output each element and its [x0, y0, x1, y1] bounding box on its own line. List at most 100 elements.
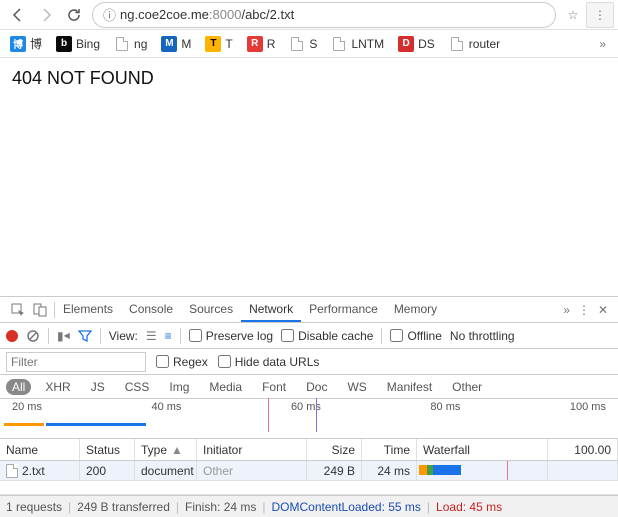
tabs-overflow-icon[interactable]: »	[563, 303, 570, 317]
row-size: 249 B	[307, 461, 362, 480]
file-icon	[6, 464, 18, 478]
type-filter-row: All XHR JS CSS Img Media Font Doc WS Manifest Othe…	[0, 375, 618, 399]
bookmark-icon	[289, 36, 305, 52]
row-name: 2.txt	[22, 464, 45, 478]
bookmarks-overflow[interactable]: »	[591, 37, 614, 51]
foot-requests: 1 requests	[6, 500, 62, 514]
type-filter-media[interactable]: Media	[203, 379, 248, 395]
reload-button[interactable]	[60, 2, 88, 28]
bookmark-icon: T	[205, 36, 221, 52]
type-filter-all[interactable]: All	[6, 379, 31, 395]
addr-port: :8000	[209, 7, 242, 22]
view-frames-icon[interactable]: ≡	[165, 329, 172, 343]
row-time: 24 ms	[362, 461, 417, 480]
header-initiator[interactable]: Initiator	[197, 439, 307, 460]
timeline-overview[interactable]: 20 ms40 ms60 ms80 ms100 ms	[0, 399, 618, 439]
tab-console[interactable]: Console	[121, 298, 181, 321]
header-type[interactable]: Type▲	[135, 439, 197, 460]
view-label: View:	[109, 329, 138, 343]
camera-icon[interactable]: ▮◀	[57, 329, 70, 343]
header-waterfall[interactable]: Waterfall	[417, 439, 548, 460]
bookmark-label: DS	[418, 37, 435, 51]
regex-checkbox[interactable]: Regex	[156, 355, 208, 369]
bookmark-icon: b	[56, 36, 72, 52]
bookmark-item[interactable]: TT	[199, 33, 238, 54]
record-button[interactable]	[6, 330, 18, 342]
bookmark-label: S	[309, 37, 317, 51]
view-list-icon[interactable]: ☰	[146, 329, 157, 343]
filter-icon[interactable]	[78, 329, 92, 343]
timeline-tick: 80 ms	[430, 401, 460, 413]
info-icon: ⓘ	[103, 5, 116, 24]
bookmark-label: Bing	[76, 37, 100, 51]
foot-dcl: DOMContentLoaded: 55 ms	[272, 500, 421, 514]
throttling-select[interactable]: No throttling	[450, 329, 515, 343]
inspect-icon[interactable]	[10, 302, 26, 318]
tab-sources[interactable]: Sources	[181, 298, 241, 321]
hide-urls-checkbox[interactable]: Hide data URLs	[218, 355, 320, 369]
bookmark-item[interactable]: DDS	[392, 33, 441, 54]
bookmark-icon	[449, 36, 465, 52]
forward-button[interactable]	[32, 2, 60, 28]
tab-memory[interactable]: Memory	[386, 298, 445, 321]
bookmark-item[interactable]: LNTM	[325, 33, 390, 54]
type-filter-manifest[interactable]: Manifest	[381, 379, 438, 395]
tab-network[interactable]: Network	[241, 298, 301, 322]
menu-button[interactable]: ⋮	[586, 2, 614, 28]
bookmark-item[interactable]: MM	[155, 33, 197, 54]
type-filter-img[interactable]: Img	[163, 379, 195, 395]
header-time[interactable]: Time	[362, 439, 417, 460]
browser-toolbar: ⓘ ng.coe2coe.me:8000/abc/2.txt ☆ ⋮	[0, 0, 618, 30]
bookmark-item[interactable]: 博博	[4, 33, 48, 54]
devtools-menu-icon[interactable]: ⋮	[578, 303, 590, 317]
bookmark-label: 博	[30, 35, 42, 52]
network-table-header: Name Status Type▲ Initiator Size Time Wa…	[0, 439, 618, 461]
header-name[interactable]: Name	[0, 439, 80, 460]
header-size[interactable]: Size	[307, 439, 362, 460]
type-filter-other[interactable]: Other	[446, 379, 488, 395]
bookmark-item[interactable]: b Bing	[50, 33, 106, 54]
filter-input[interactable]	[6, 352, 146, 372]
devtools-close-icon[interactable]: ✕	[598, 303, 608, 317]
type-filter-js[interactable]: JS	[85, 379, 111, 395]
addr-host: ng.coe2coe.me	[120, 7, 209, 22]
type-filter-font[interactable]: Font	[256, 379, 292, 395]
bookmark-label: ng	[134, 37, 147, 51]
bookmark-item[interactable]: S	[283, 33, 323, 54]
timeline-tick: 40 ms	[151, 401, 181, 413]
preserve-log-checkbox[interactable]: Preserve log	[189, 329, 273, 343]
disable-cache-checkbox[interactable]: Disable cache	[281, 329, 373, 343]
bookmark-label: R	[267, 37, 276, 51]
timeline-tick: 100 ms	[570, 401, 606, 413]
network-footer: 1 requests| 249 B transferred| Finish: 2…	[0, 495, 618, 517]
devtools-tabs: ElementsConsoleSourcesNetworkPerformance…	[0, 297, 618, 323]
row-status: 200	[80, 461, 135, 480]
offline-checkbox[interactable]: Offline	[390, 329, 441, 343]
tab-elements[interactable]: Elements	[55, 298, 121, 321]
header-timeline-end: 100.00	[548, 439, 618, 460]
page-body-text: 404 NOT FOUND	[12, 68, 154, 88]
type-filter-ws[interactable]: WS	[341, 379, 372, 395]
clear-icon[interactable]	[26, 329, 40, 343]
type-filter-css[interactable]: CSS	[119, 379, 156, 395]
back-button[interactable]	[4, 2, 32, 28]
bookmark-label: router	[469, 37, 500, 51]
bookmark-icon: M	[161, 36, 177, 52]
type-filter-doc[interactable]: Doc	[300, 379, 333, 395]
bookmark-label: T	[225, 37, 232, 51]
bookmark-item[interactable]: ng	[108, 33, 153, 54]
type-filter-xhr[interactable]: XHR	[39, 379, 76, 395]
device-icon[interactable]	[32, 302, 48, 318]
tab-performance[interactable]: Performance	[301, 298, 386, 321]
foot-transferred: 249 B transferred	[77, 500, 170, 514]
network-toolbar: ▮◀ View: ☰ ≡ Preserve log Disable cache …	[0, 323, 618, 349]
row-type: document	[135, 461, 197, 480]
address-bar[interactable]: ⓘ ng.coe2coe.me:8000/abc/2.txt	[92, 2, 556, 28]
bookmark-icon: 博	[10, 36, 26, 52]
bookmark-icon	[331, 36, 347, 52]
bookmark-item[interactable]: router	[443, 33, 506, 54]
header-status[interactable]: Status	[80, 439, 135, 460]
bookmark-item[interactable]: RR	[241, 33, 282, 54]
star-icon[interactable]: ☆	[560, 8, 586, 22]
table-row[interactable]: 2.txt 200 document Other 249 B 24 ms	[0, 461, 618, 481]
